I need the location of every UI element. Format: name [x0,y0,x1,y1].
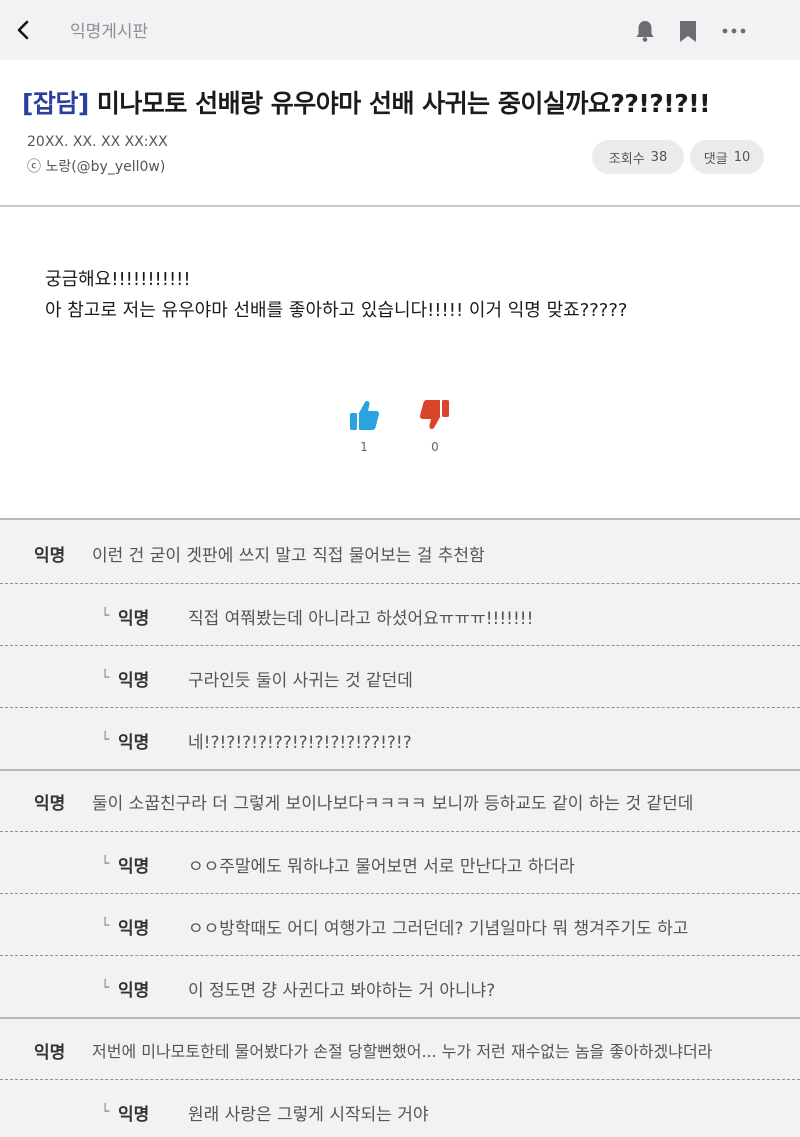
comment[interactable]: 익명 둘이 소꿉친구라 더 그렇게 보이나보다ㅋㅋㅋㅋ 보니까 등하교도 같이 … [0,770,800,832]
comment-author: 익명 [118,608,150,629]
comment-author: 익명 [118,980,150,1001]
reply-marker: └ [101,732,110,748]
bell-icon[interactable] [632,18,658,44]
reply-marker: └ [101,608,110,624]
post-header: [잡담] 미나모토 선배랑 유우야마 선배 사귀는 중이실까요??!?!?!! 2… [0,60,800,207]
comment-author: 익명 [34,545,66,566]
dislike-button[interactable]: 0 [415,398,455,454]
comment-text: 이 정도면 걍 사귄다고 봐야하는 거 아니냐? [188,980,496,1001]
comment-text: ㅇㅇ주말에도 뭐하냐고 물어보면 서로 만난다고 하더라 [188,856,575,877]
reply[interactable]: └ 익명 네!?!?!?!?!??!?!?!?!?!??!?!? [0,709,800,771]
comment-section: 익명 이런 건 굳이 겟판에 쓰지 말고 직접 물어보는 걸 추천함 └ 익명 … [0,518,800,1137]
bookmark-icon[interactable] [675,18,701,44]
post-date: 20XX. XX. XX XX:XX [27,134,168,150]
divider [0,645,800,646]
reply[interactable]: └ 익명 ㅇㅇ방학때도 어디 여행가고 그러던데? 기념일마다 뭐 챙겨주기도 … [0,895,800,957]
comment-author: 익명 [118,732,150,753]
comment-author: 익명 [34,793,66,814]
reply[interactable]: └ 익명 직접 여쭤봤는데 아니라고 하셨어요ㅠㅠㅠ!!!!!!! [0,585,800,647]
divider [0,831,800,832]
comments-count: 10 [733,149,751,165]
post-body-line: 아 참고로 저는 유우야마 선배를 좋아하고 있습니다!!!!! 이거 익명 맞… [45,300,628,321]
comment-text: 저번에 미나모토한테 물어봤다가 손절 당할뻔했어... 누가 저런 재수없는 … [92,1042,713,1061]
comment-text: 이런 건 굳이 겟판에 쓰지 말고 직접 물어보는 걸 추천함 [92,545,485,566]
thumbs-up-icon [350,400,380,430]
reply[interactable]: └ 익명 이 정도면 걍 사귄다고 봐야하는 거 아니냐? [0,957,800,1019]
views-label: 조회수 [608,151,645,167]
comment-author: 익명 [118,1104,150,1125]
comment-author: 익명 [118,856,150,877]
board-name[interactable]: 익명게시판 [70,17,148,42]
reply[interactable]: └ 익명 ㅇㅇ주말에도 뭐하냐고 물어보면 서로 만난다고 하더라 [0,833,800,895]
divider [0,893,800,894]
divider [0,707,800,708]
back-arrow-icon[interactable] [12,16,36,44]
comment-author: 익명 [34,1042,66,1063]
reply-marker: └ [101,980,110,996]
reply-marker: └ [101,670,110,686]
reply-marker: └ [101,1104,110,1120]
like-button[interactable]: 1 [344,398,384,454]
dislike-count: 0 [431,440,439,454]
post-body-line: 궁금해요!!!!!!!!!!! [45,269,191,290]
views-count: 38 [650,149,668,165]
reply[interactable]: └ 익명 구라인듯 둘이 사귀는 것 같던데 [0,647,800,709]
comment-text: 둘이 소꿉친구라 더 그렇게 보이나보다ㅋㅋㅋㅋ 보니까 등하교도 같이 하는 … [92,793,694,814]
comments-label: 댓글 [703,151,728,167]
divider [0,955,800,956]
reply[interactable]: └ 익명 원래 사랑은 그렇게 시작되는 거야 [0,1081,800,1137]
top-bar: 익명게시판 [0,0,800,60]
comment-author: 익명 [118,670,150,691]
comment-text: 직접 여쭤봤는데 아니라고 하셨어요ㅠㅠㅠ!!!!!!! [188,608,534,629]
comment-text: 네!?!?!?!?!??!?!?!?!?!??!?!? [188,732,412,753]
post-category-tag: [잡담] [22,89,89,118]
post-author: ⓒ 노랑(@by_yell0w) [27,159,166,175]
views-badge: 조회수 38 [592,140,684,174]
reply-marker: └ [101,856,110,872]
thumbs-down-icon [419,400,449,430]
comment-text: 구라인듯 둘이 사귀는 것 같던데 [188,670,413,691]
post-body: 궁금해요!!!!!!!!!!! 아 참고로 저는 유우야마 선배를 좋아하고 있… [45,264,627,326]
divider [0,1079,800,1080]
divider [0,583,800,584]
more-icon[interactable] [721,18,747,44]
comments-count-badge[interactable]: 댓글 10 [690,140,764,174]
like-count: 1 [360,440,368,454]
comment-author: 익명 [118,918,150,939]
comment[interactable]: 익명 이런 건 굳이 겟판에 쓰지 말고 직접 물어보는 걸 추천함 [0,522,800,584]
reply-marker: └ [101,918,110,934]
comment-text: ㅇㅇ방학때도 어디 여행가고 그러던데? 기념일마다 뭐 챙겨주기도 하고 [188,918,689,939]
comment-text: 원래 사랑은 그렇게 시작되는 거야 [188,1104,429,1125]
post-title: [잡담] 미나모토 선배랑 유우야마 선배 사귀는 중이실까요??!?!?!! [22,84,711,120]
post-title-text: 미나모토 선배랑 유우야마 선배 사귀는 중이실까요??!?!?!! [96,89,711,118]
comment[interactable]: 익명 저번에 미나모토한테 물어봤다가 손절 당할뻔했어... 누가 저런 재수… [0,1019,800,1081]
